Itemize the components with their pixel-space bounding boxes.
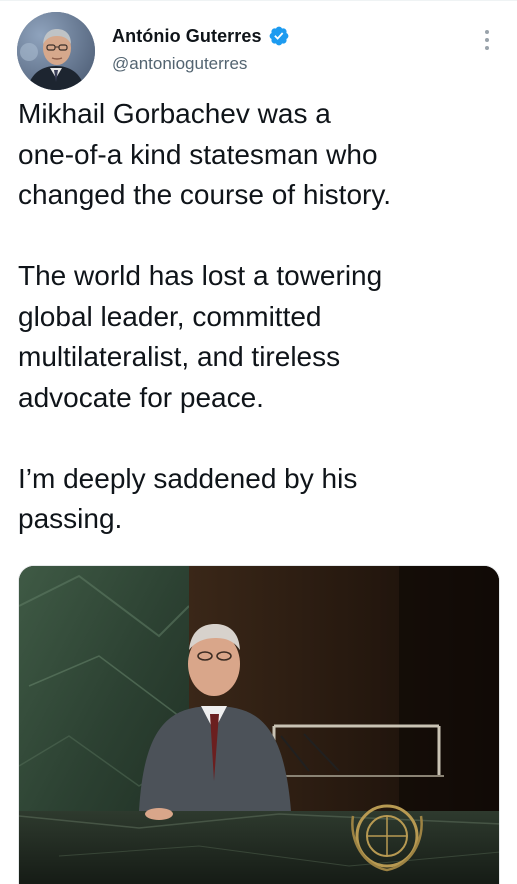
author-info: António Guterres @antonioguterres <box>112 24 290 74</box>
more-dot <box>485 30 489 34</box>
verified-badge-icon <box>269 26 289 46</box>
author-name-row: António Guterres <box>112 24 290 48</box>
top-divider <box>0 0 517 5</box>
tweet-text: Mikhail Gorbachev was a one-of-a kind st… <box>18 98 392 534</box>
author-avatar[interactable] <box>17 12 95 90</box>
author-display-name[interactable]: António Guterres <box>112 26 262 47</box>
author-handle[interactable]: @antonioguterres <box>112 54 290 74</box>
speaker-at-podium-photo <box>19 566 499 884</box>
tweet-header: António Guterres @antonioguterres <box>17 12 503 92</box>
more-dot <box>485 46 489 50</box>
tweet-media-photo[interactable] <box>18 565 500 884</box>
more-options-icon[interactable] <box>477 22 497 58</box>
more-dot <box>485 38 489 42</box>
avatar-portrait <box>17 12 95 90</box>
